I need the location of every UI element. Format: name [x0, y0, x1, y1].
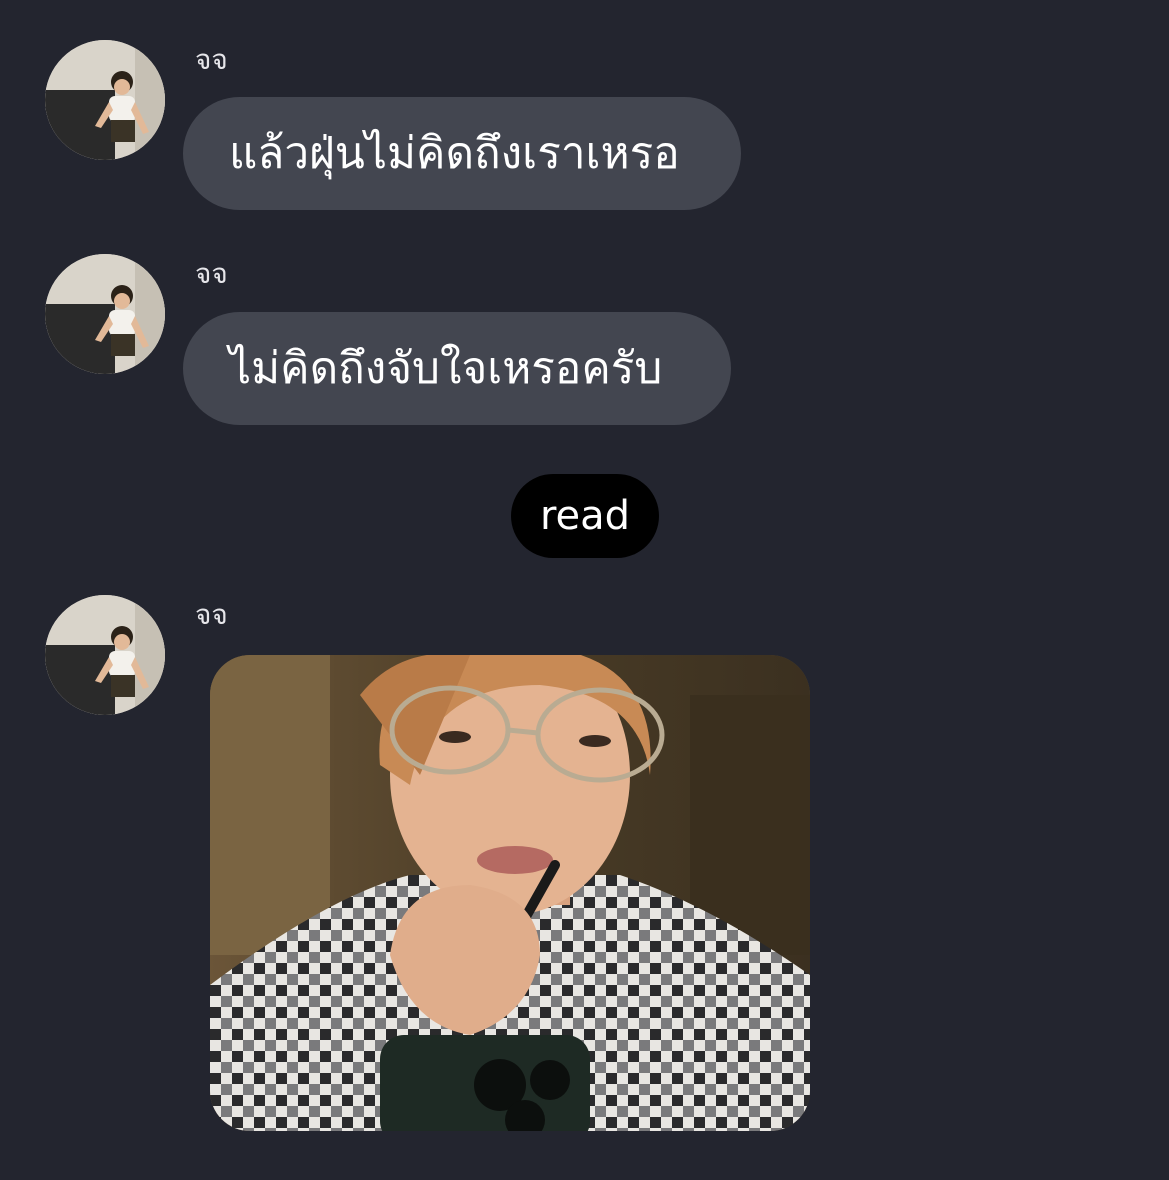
sender-avatar[interactable]: [45, 40, 165, 160]
sender-avatar[interactable]: [45, 254, 165, 374]
message-photo[interactable]: [210, 655, 810, 1131]
sender-name: จจ: [195, 257, 228, 290]
message-bubble[interactable]: แล้วฝุ่นไม่คิดถึงเราเหรอ: [183, 97, 741, 210]
read-indicator: read: [511, 474, 659, 558]
message-bubble[interactable]: ไม่คิดถึงจับใจเหรอครับ: [183, 312, 731, 425]
sender-avatar[interactable]: [45, 595, 165, 715]
sender-name: จจ: [195, 598, 228, 631]
sender-name: จจ: [195, 43, 228, 76]
